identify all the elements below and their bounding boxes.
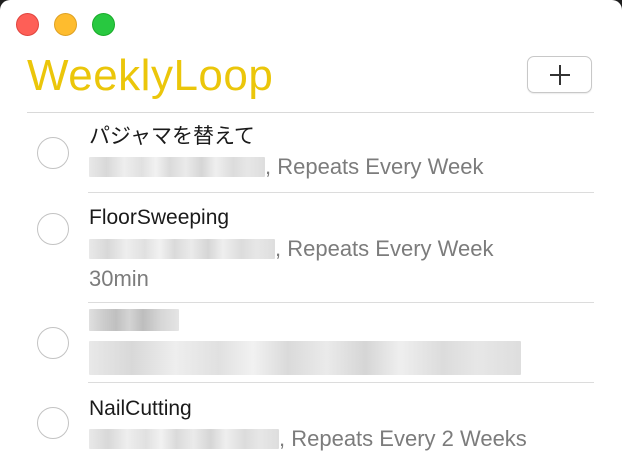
zoom-window-button[interactable]: [92, 13, 115, 36]
window-controls: [16, 13, 115, 36]
complete-checkbox[interactable]: [37, 213, 69, 245]
plus-icon: [549, 64, 570, 85]
redacted-subtitle: [89, 341, 521, 375]
redacted-date: [89, 239, 275, 259]
minimize-window-button[interactable]: [54, 13, 77, 36]
redacted-date: [89, 157, 265, 177]
close-window-button[interactable]: [16, 13, 39, 36]
app-window: WeeklyLoop パジャマを替えて , Repeats Every Week…: [0, 0, 622, 463]
complete-checkbox[interactable]: [37, 327, 69, 359]
add-item-button[interactable]: [527, 56, 592, 93]
item-title: NailCutting: [89, 397, 192, 420]
redacted-date: [89, 429, 279, 449]
redacted-title: [89, 309, 179, 331]
item-title: FloorSweeping: [89, 206, 230, 229]
list-item[interactable]: FloorSweeping , Repeats Every Week 30min: [0, 193, 622, 303]
item-subtitle: , Repeats Every 2 Weeks: [279, 426, 527, 451]
item-subtitle-row: , Repeats Every Week: [89, 153, 483, 181]
item-subtitle: , Repeats Every Week: [265, 154, 484, 179]
task-list: パジャマを替えて , Repeats Every Week FloorSweep…: [0, 113, 622, 463]
list-item[interactable]: NailCutting , Repeats Every 2 Weeks: [0, 383, 622, 463]
list-item[interactable]: [0, 303, 622, 383]
item-subtitle: , Repeats Every Week: [275, 236, 494, 261]
item-subtitle-row: , Repeats Every Week: [89, 235, 493, 263]
list-item[interactable]: パジャマを替えて , Repeats Every Week: [0, 113, 622, 193]
app-title: WeeklyLoop: [27, 51, 274, 100]
complete-checkbox[interactable]: [37, 407, 69, 439]
item-subtitle-row: , Repeats Every 2 Weeks: [89, 425, 527, 453]
item-note: 30min: [89, 266, 149, 291]
complete-checkbox[interactable]: [37, 137, 69, 169]
item-title: パジャマを替えて: [89, 125, 255, 148]
